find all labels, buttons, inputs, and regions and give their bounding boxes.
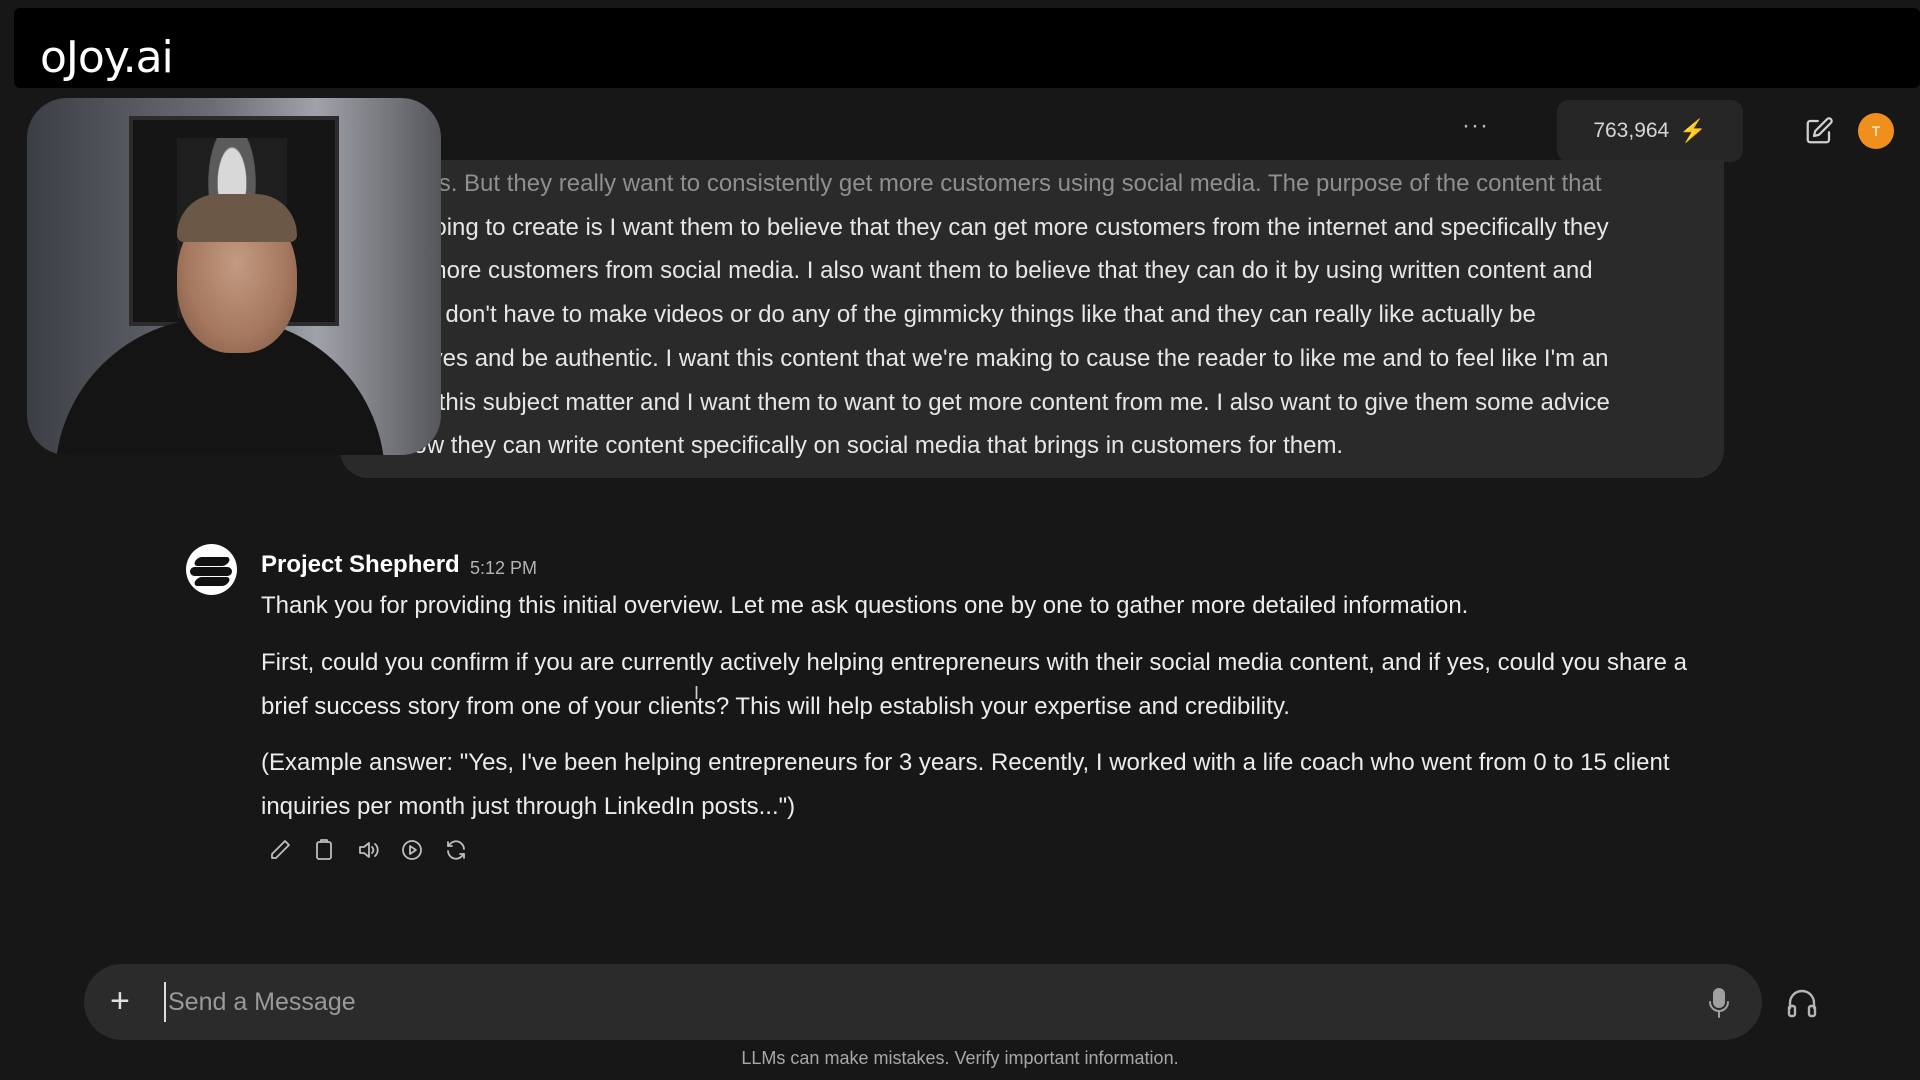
read-aloud-speaker-icon[interactable] (356, 838, 380, 862)
user-message-line: e going to create is I want them to beli… (400, 213, 1609, 241)
logo-stroke (192, 577, 232, 586)
user-message-line: et more customers from social media. I a… (400, 257, 1593, 285)
assistant-name: Project Shepherd (261, 551, 460, 578)
text-cursor-icon: I (694, 683, 700, 703)
play-circle-icon[interactable] (400, 838, 424, 862)
message-actions (268, 838, 468, 862)
webcam-overlay (27, 98, 441, 455)
credits-badge[interactable]: 763,964 ⚡ (1557, 100, 1743, 162)
regenerate-icon[interactable] (444, 838, 468, 862)
presenter-hair (177, 194, 297, 242)
user-message-line: how they can write content specifically … (400, 432, 1344, 460)
top-banner: oJoy.ai (14, 8, 1920, 88)
assistant-paragraph: First, could you confirm if you are curr… (261, 649, 1688, 720)
user-message-line: tools. But they really want to consisten… (400, 170, 1602, 197)
message-input[interactable] (164, 982, 1664, 1022)
assistant-avatar-icon (186, 544, 237, 595)
assistant-paragraph: (Example answer: "Yes, I've been helping… (261, 749, 1670, 820)
footer-disclaimer: LLMs can make mistakes. Verify important… (741, 1048, 1179, 1068)
assistant-paragraph: Thank you for providing this initial ove… (261, 592, 1469, 619)
user-message-text: tools. But they really want to consisten… (400, 162, 1690, 468)
attach-plus-button[interactable]: + (110, 984, 130, 1018)
more-options-button[interactable]: ··· (1462, 112, 1489, 140)
edit-pencil-icon[interactable] (268, 838, 292, 862)
user-message-line: hey don't have to make videos or do any … (400, 301, 1536, 329)
copy-clipboard-icon[interactable] (312, 838, 336, 862)
headphones-icon[interactable] (1786, 988, 1818, 1018)
user-message-line: selves and be authentic. I want this con… (400, 344, 1609, 372)
credits-value: 763,964 (1593, 119, 1670, 142)
brand-logo: oJoy.ai (40, 32, 174, 83)
new-chat-edit-icon[interactable] (1804, 116, 1834, 146)
logo-stroke (192, 557, 232, 566)
user-message-line: t in this subject matter and I want them… (400, 388, 1610, 416)
lightning-icon: ⚡ (1679, 118, 1707, 143)
user-avatar[interactable]: T (1858, 113, 1894, 149)
microphone-icon[interactable] (1707, 987, 1731, 1019)
logo-stroke (190, 567, 232, 576)
message-timestamp: 5:12 PM (470, 558, 538, 578)
